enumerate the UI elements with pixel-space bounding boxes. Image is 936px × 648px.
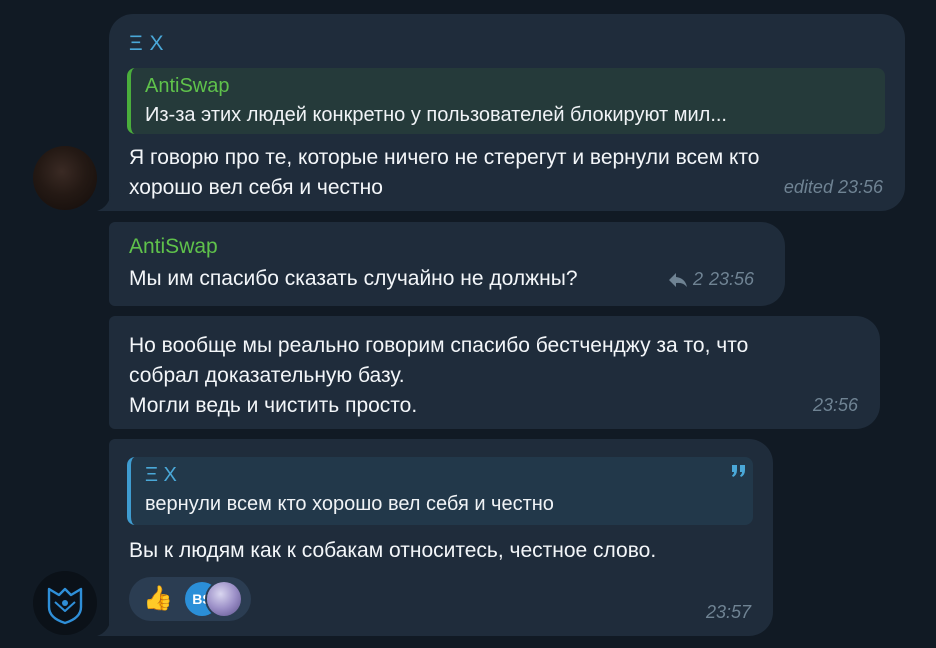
quote-author: Ξ X: [145, 464, 177, 486]
reply-arrow-icon: [669, 272, 687, 287]
message-sender-name[interactable]: AntiSwap: [129, 235, 218, 259]
reaction-avatar: [207, 582, 241, 616]
message-bubble[interactable]: Ξ X AntiSwap Из-за этих людей конкретно …: [109, 14, 905, 211]
avatar-user-x[interactable]: [33, 146, 97, 210]
quote-block[interactable]: Ξ X вернули всем кто хорошо вел себя и ч…: [127, 457, 753, 525]
message-text: Вы к людям как к собакам относитесь, чес…: [129, 539, 657, 562]
message-sender-name[interactable]: Ξ X: [129, 32, 164, 56]
reply-text: Из-за этих людей конкретно у пользовател…: [145, 104, 727, 126]
message-text: Но вообще мы реально говорим спасибо бес…: [129, 334, 749, 417]
message-bubble[interactable]: Ξ X вернули всем кто хорошо вел себя и ч…: [109, 439, 773, 636]
thumbs-up-icon: 👍: [143, 585, 173, 612]
message-time: 23:56: [709, 269, 755, 289]
message-bubble[interactable]: Но вообще мы реально говорим спасибо бес…: [109, 316, 880, 429]
message-time: edited 23:56: [783, 177, 883, 197]
reply-count-value: 2: [693, 269, 704, 289]
quote-icon: [732, 465, 745, 477]
bubble-tail: [97, 618, 117, 636]
message-bubble[interactable]: AntiSwap Мы им спасибо сказать случайно …: [109, 222, 785, 306]
reply-preview[interactable]: AntiSwap Из-за этих людей конкретно у по…: [127, 68, 885, 134]
message-text: Мы им спасибо сказать случайно не должны…: [129, 267, 578, 290]
bubble-tail: [97, 193, 117, 211]
reply-count[interactable]: 2 23:56: [667, 269, 754, 290]
message-time: 23:56: [812, 395, 858, 415]
quote-text: вернули всем кто хорошо вел себя и честн…: [145, 493, 554, 515]
reply-sender-name: AntiSwap: [145, 75, 230, 97]
reaction-chip[interactable]: 👍 BS: [129, 577, 251, 621]
message-text: Я говорю про те, которые ничего не стере…: [129, 146, 760, 199]
message-time: 23:57: [705, 602, 751, 622]
avatar-antiswap[interactable]: [33, 571, 97, 635]
antiswap-logo-icon: [47, 587, 83, 625]
